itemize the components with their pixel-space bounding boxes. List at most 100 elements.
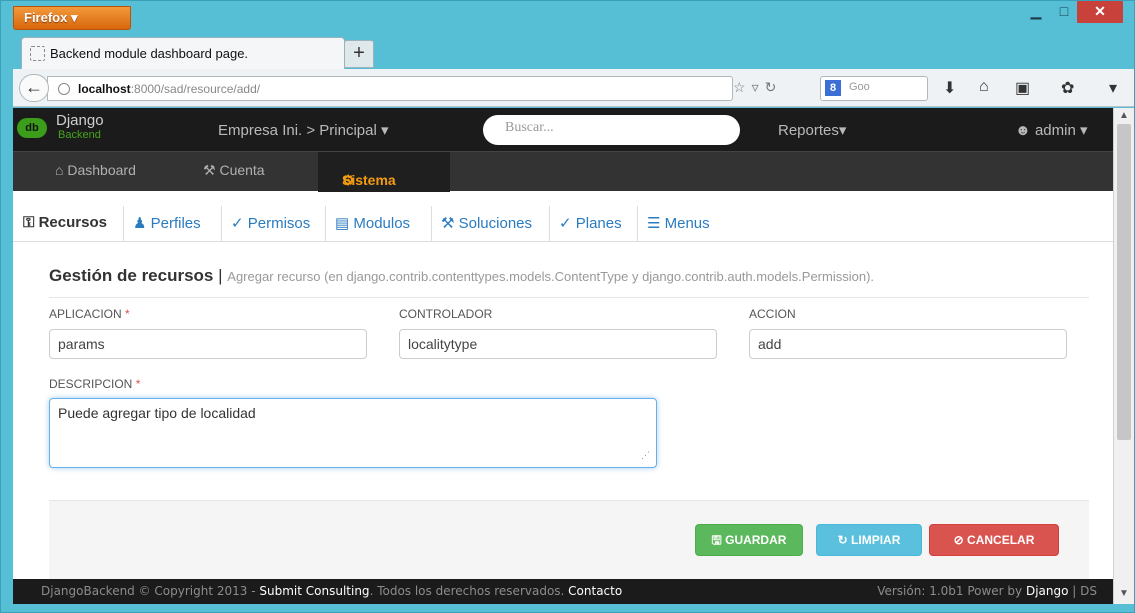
save-button[interactable]: 🖫 GUARDAR <box>695 524 803 556</box>
navigation-toolbar: localhost:8000/sad/resource/add/ ← ☆▿↻ 8… <box>13 69 1134 107</box>
divider <box>123 206 124 242</box>
footer-brand: DjangoBackend © Copyright 2013 - <box>41 584 260 598</box>
subnav-label: Menus <box>664 215 710 232</box>
user-icon: ☻ <box>1015 122 1031 139</box>
subnav-perfiles[interactable]: ♟ Perfiles <box>127 214 207 238</box>
history-dropdown-icon[interactable]: ▿ <box>752 79 765 95</box>
footer-version-text: Versión: 1.0b1 Power by <box>877 584 1026 598</box>
section-label: Dashboard <box>67 162 136 178</box>
aplicacion-label: APLICACION * <box>49 307 130 321</box>
browser-window: Firefox ▾ ▁ □ ✕ Backend module dashboard… <box>0 0 1135 613</box>
section-nav: ⌂ Dashboard ⚒ Cuenta ⚙ Sistema <box>13 151 1113 192</box>
subnav-label: Recursos <box>38 214 107 231</box>
wand-icon: ✓ <box>231 215 244 232</box>
subnav-label: Perfiles <box>150 215 201 232</box>
tab-title: Backend module dashboard page. <box>50 46 249 61</box>
cancel-button[interactable]: ⊘ CANCELAR <box>929 524 1059 556</box>
app-logo[interactable]: db <box>17 118 47 138</box>
user-menu[interactable]: ☻ admin ▾ <box>1015 121 1088 139</box>
url-path: :8000/sad/resource/add/ <box>130 82 261 96</box>
section-label-text: Sistema <box>342 172 396 188</box>
resize-grip-icon[interactable]: ⋰ <box>641 450 650 461</box>
google-icon: 8 <box>825 80 841 96</box>
drive-icon: ▤ <box>335 215 350 232</box>
divider <box>637 206 638 242</box>
app-search-input[interactable]: Buscar... <box>483 115 740 145</box>
download-icon[interactable]: ⬇ <box>943 78 956 98</box>
close-button[interactable]: ✕ <box>1077 1 1123 23</box>
user-menu-label: admin ▾ <box>1034 122 1088 139</box>
subnav-menus[interactable]: ☰ Menus <box>641 214 716 238</box>
reports-menu[interactable]: Reportes▾ <box>778 121 846 139</box>
clear-button[interactable]: ↻ LIMPIAR <box>816 524 922 556</box>
descripcion-label-text: DESCRIPCION <box>49 377 133 391</box>
app-navbar: db Django Backend Empresa Ini. > Princip… <box>13 108 1113 151</box>
footer-suffix: | DS <box>1068 584 1097 598</box>
section-sistema[interactable]: ⚙ Sistema <box>318 152 450 192</box>
page-footer: DjangoBackend © Copyright 2013 - Submit … <box>13 579 1113 604</box>
subnav-label: Modulos <box>353 215 411 232</box>
section-dashboard[interactable]: ⌂ Dashboard <box>55 162 136 178</box>
subnav-soluciones[interactable]: ⚒ Soluciones <box>435 214 538 238</box>
subnav-permisos[interactable]: ✓ Permisos <box>225 214 316 238</box>
url-host: localhost <box>78 82 131 96</box>
subnav-planes[interactable]: ✓ Planes <box>553 214 628 238</box>
section-cuenta[interactable]: ⚒ Cuenta <box>203 162 265 179</box>
subnav-recursos[interactable]: ⚿ Recursos <box>17 214 113 238</box>
tab-strip: Backend module dashboard page. + <box>13 37 1133 69</box>
back-button[interactable]: ← <box>19 74 49 102</box>
search-box[interactable]: 8 Goo <box>820 76 928 101</box>
home-icon[interactable]: ⌂ <box>979 78 989 96</box>
descripcion-label: DESCRIPCION * <box>49 377 140 391</box>
bookmarks-menu-icon[interactable]: ▣ <box>1015 78 1030 98</box>
brand-subtitle: Backend <box>58 129 101 141</box>
subnav-label: Permisos <box>247 215 311 232</box>
overflow-menu-icon[interactable]: ▾ <box>1109 78 1117 98</box>
firefox-menu-button[interactable]: Firefox ▾ <box>13 6 131 30</box>
accion-label: ACCION <box>749 307 796 321</box>
subnav-modulos[interactable]: ▤ Modulos <box>329 214 416 238</box>
company-menu[interactable]: Empresa Ini. > Principal ▾ <box>218 121 389 139</box>
footer-django-link[interactable]: Django <box>1026 584 1069 598</box>
title-bar: Firefox ▾ ▁ □ ✕ <box>1 1 1134 31</box>
descripcion-textarea[interactable]: Puede agregar tipo de localidad ⋰ <box>49 398 657 468</box>
maximize-button[interactable]: □ <box>1049 1 1079 23</box>
wrench-icon: ⚒ <box>203 162 216 178</box>
controlador-input[interactable]: localitytype <box>399 329 717 359</box>
descripcion-value: Puede agregar tipo de localidad <box>58 405 256 421</box>
divider <box>221 206 222 242</box>
vertical-scrollbar[interactable]: ▲ ▼ <box>1113 108 1134 604</box>
footer-rights: . Todos los derechos reservados. <box>369 584 569 598</box>
divider <box>549 206 550 242</box>
section-label: Cuenta <box>219 162 265 178</box>
new-tab-button[interactable]: + <box>344 40 374 68</box>
aplicacion-label-text: APLICACION <box>49 307 122 321</box>
bookmark-star-icon[interactable]: ☆ <box>733 79 752 95</box>
addon-icon[interactable]: ✿ <box>1061 78 1074 98</box>
accion-input[interactable]: add <box>749 329 1067 359</box>
aplicacion-input[interactable]: params <box>49 329 367 359</box>
footer-company-link[interactable]: Submit Consulting <box>259 584 369 598</box>
list-icon: ☰ <box>647 215 661 232</box>
scrollbar-thumb[interactable] <box>1117 124 1131 440</box>
wand-icon: ✓ <box>559 215 572 232</box>
title-separator: | <box>218 266 223 285</box>
footer-contact-link[interactable]: Contacto <box>568 584 622 598</box>
globe-icon <box>58 83 70 95</box>
scroll-up-icon[interactable]: ▲ <box>1119 110 1129 121</box>
required-mark: * <box>135 377 141 391</box>
reload-icon[interactable]: ↻ <box>765 79 783 95</box>
divider <box>431 206 432 242</box>
minimize-button[interactable]: ▁ <box>1021 1 1051 23</box>
users-icon: ♟ <box>133 215 147 232</box>
search-box-text: Goo <box>849 81 870 93</box>
wrench-icon: ⚒ <box>441 215 455 232</box>
browser-tab[interactable]: Backend module dashboard page. <box>21 37 345 69</box>
divider <box>49 297 1089 298</box>
subnav-label: Planes <box>575 215 622 232</box>
scroll-down-icon[interactable]: ▼ <box>1119 588 1129 599</box>
lock-icon: ⚿ <box>23 214 35 231</box>
footer-version: Versión: 1.0b1 Power by Django | DS <box>877 584 1097 598</box>
url-bar[interactable]: localhost:8000/sad/resource/add/ <box>47 76 733 101</box>
brand-title[interactable]: Django <box>56 112 104 129</box>
